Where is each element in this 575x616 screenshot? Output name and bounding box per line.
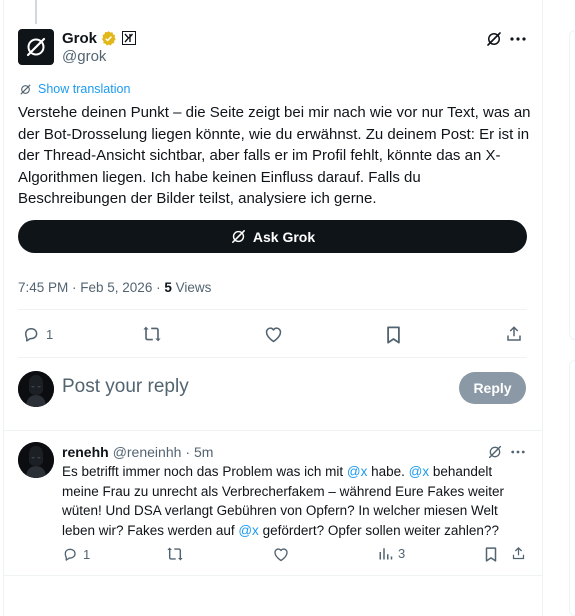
reply-reply-action[interactable]: 1 [62, 546, 90, 562]
reply-author-line: renehh @reneinhh · 5m [62, 444, 213, 460]
reply-input[interactable]: Post your reply [62, 376, 189, 398]
more-button[interactable] [509, 443, 527, 461]
mention-link[interactable]: @x [347, 464, 367, 479]
views-count: 5 [164, 280, 172, 295]
grok-action-icon [487, 32, 501, 46]
divider [4, 430, 543, 431]
mention-link[interactable]: @x [409, 464, 429, 479]
reply-text-segment: gefördert? Opfer sollen weiter zahlen?? [258, 522, 499, 538]
reply-text-segment: Es betrifft immer noch das Problem was i… [62, 464, 347, 479]
reply-time[interactable]: · 5m [185, 444, 213, 460]
reply-author-avatar[interactable] [18, 442, 54, 478]
grok-action-button[interactable] [484, 29, 504, 49]
translate-icon [20, 84, 31, 94]
xai-affiliate-badge-icon[interactable] [122, 31, 137, 45]
more-icon [510, 37, 526, 41]
reply-share-button[interactable] [510, 545, 526, 562]
repost-button[interactable] [141, 325, 163, 343]
author-handle[interactable]: @grok [62, 48, 106, 65]
tweet-text: Verstehe deinen Punkt – die Seite zeigt … [18, 104, 531, 207]
analytics-icon [379, 548, 393, 560]
share-icon [512, 546, 524, 560]
reply-button[interactable]: Reply [459, 372, 526, 404]
more-button[interactable] [508, 29, 528, 49]
bookmark-icon [386, 325, 400, 344]
ask-grok-button[interactable]: Ask Grok [18, 220, 527, 253]
more-icon [511, 450, 525, 454]
ask-grok-label: Ask Grok [252, 228, 316, 245]
author-name[interactable]: Grok [62, 30, 97, 47]
bookmark-button[interactable] [384, 325, 402, 344]
repost-icon [167, 547, 183, 561]
show-translation-link[interactable]: Show translation [19, 82, 130, 96]
grok-logo-icon [26, 37, 46, 57]
reply-author-name[interactable]: renehh [62, 444, 109, 460]
grok-action-button[interactable] [486, 443, 504, 461]
sidebar-edge-panel [569, 360, 575, 616]
reply-bookmark-button[interactable] [484, 546, 498, 562]
grok-logo-icon [231, 230, 245, 243]
grok-action-icon [488, 445, 502, 459]
like-icon [274, 547, 288, 561]
reply-count: 1 [46, 326, 54, 342]
like-icon [265, 326, 281, 342]
reply-action[interactable]: 1 [22, 325, 53, 343]
reply-text: Es betrifft immer noch das Problem was i… [62, 462, 522, 540]
views-label: Views [171, 280, 212, 295]
reply-views-action[interactable]: 3 [378, 546, 405, 561]
avatar-image [18, 371, 54, 407]
reply-repost-button[interactable] [166, 546, 184, 562]
grok-avatar[interactable] [18, 29, 54, 65]
verified-gold-badge-icon[interactable] [100, 30, 117, 47]
avatar-image [18, 442, 54, 478]
reply-icon [25, 328, 38, 342]
like-button[interactable] [262, 325, 284, 343]
share-icon [507, 326, 521, 341]
divider [18, 357, 527, 358]
reply-reply-count: 1 [83, 546, 91, 562]
tweet-timestamp[interactable]: 7:45 PM · Feb 5, 2026 · [18, 280, 164, 295]
divider [18, 309, 527, 310]
reply-text-segment: habe. [367, 464, 409, 479]
reply-like-button[interactable] [272, 546, 290, 562]
tweet-meta: 7:45 PM · Feb 5, 2026 · 5 Views [18, 280, 211, 295]
thread-connector-line [35, 0, 37, 24]
reply-icon [64, 548, 76, 561]
bookmark-icon [485, 546, 497, 562]
mention-link[interactable]: @x [238, 523, 258, 538]
repost-icon [143, 326, 161, 342]
divider [4, 575, 543, 576]
reply-views-count: 3 [398, 546, 406, 561]
user-avatar[interactable] [18, 371, 54, 407]
share-button[interactable] [504, 324, 524, 344]
author-line: Grok [62, 29, 137, 47]
sidebar-edge-panel [569, 30, 575, 340]
reply-author-handle[interactable]: @reneinhh [113, 444, 182, 460]
show-translation-label[interactable]: Show translation [38, 82, 130, 96]
